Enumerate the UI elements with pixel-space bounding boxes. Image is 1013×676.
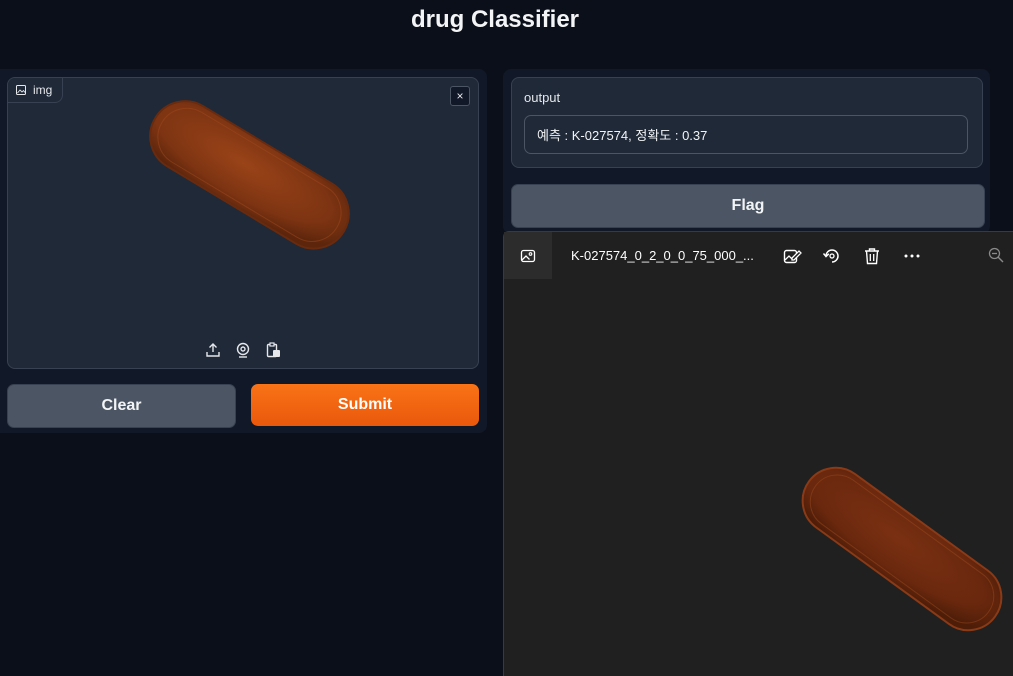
- photo-viewer-window: K-027574_0_2_0_0_75_000_...: [503, 231, 1013, 676]
- clear-image-button[interactable]: ×: [450, 86, 470, 106]
- output-panel: output 예측 : K-027574, 정확도 : 0.37 Flag: [503, 69, 990, 234]
- viewer-pill-image: [801, 466, 1003, 632]
- input-panel: img × Clear Submit: [0, 69, 487, 433]
- output-block: output 예측 : K-027574, 정확도 : 0.37: [511, 77, 983, 168]
- image-icon: [520, 249, 536, 262]
- viewer-gallery-button[interactable]: [504, 232, 552, 279]
- webcam-icon[interactable]: [235, 342, 251, 358]
- viewer-actions: [782, 246, 922, 266]
- app-title: drug Classifier: [410, 6, 580, 33]
- rotate-icon[interactable]: [822, 246, 842, 266]
- uploaded-pill-image: [149, 100, 350, 250]
- edit-image-icon[interactable]: [782, 246, 802, 266]
- viewer-filename: K-027574_0_2_0_0_75_000_...: [571, 248, 754, 263]
- image-icon: [16, 85, 26, 95]
- viewer-toolbar: K-027574_0_2_0_0_75_000_...: [504, 232, 1013, 280]
- more-icon[interactable]: [902, 246, 922, 266]
- image-source-toolbar: [8, 342, 478, 358]
- image-input[interactable]: img ×: [7, 77, 479, 369]
- zoom-out-icon[interactable]: [988, 247, 1004, 263]
- image-input-label-text: img: [33, 83, 53, 97]
- output-label: output: [524, 90, 561, 105]
- clipboard-icon[interactable]: [265, 342, 281, 358]
- submit-button[interactable]: Submit: [251, 384, 479, 426]
- output-textbox[interactable]: 예측 : K-027574, 정확도 : 0.37: [524, 115, 968, 154]
- close-icon: ×: [456, 89, 464, 103]
- upload-icon[interactable]: [205, 342, 221, 358]
- delete-icon[interactable]: [862, 246, 882, 266]
- image-input-label: img: [8, 78, 64, 103]
- clear-button[interactable]: Clear: [7, 384, 236, 428]
- flag-button[interactable]: Flag: [511, 184, 985, 228]
